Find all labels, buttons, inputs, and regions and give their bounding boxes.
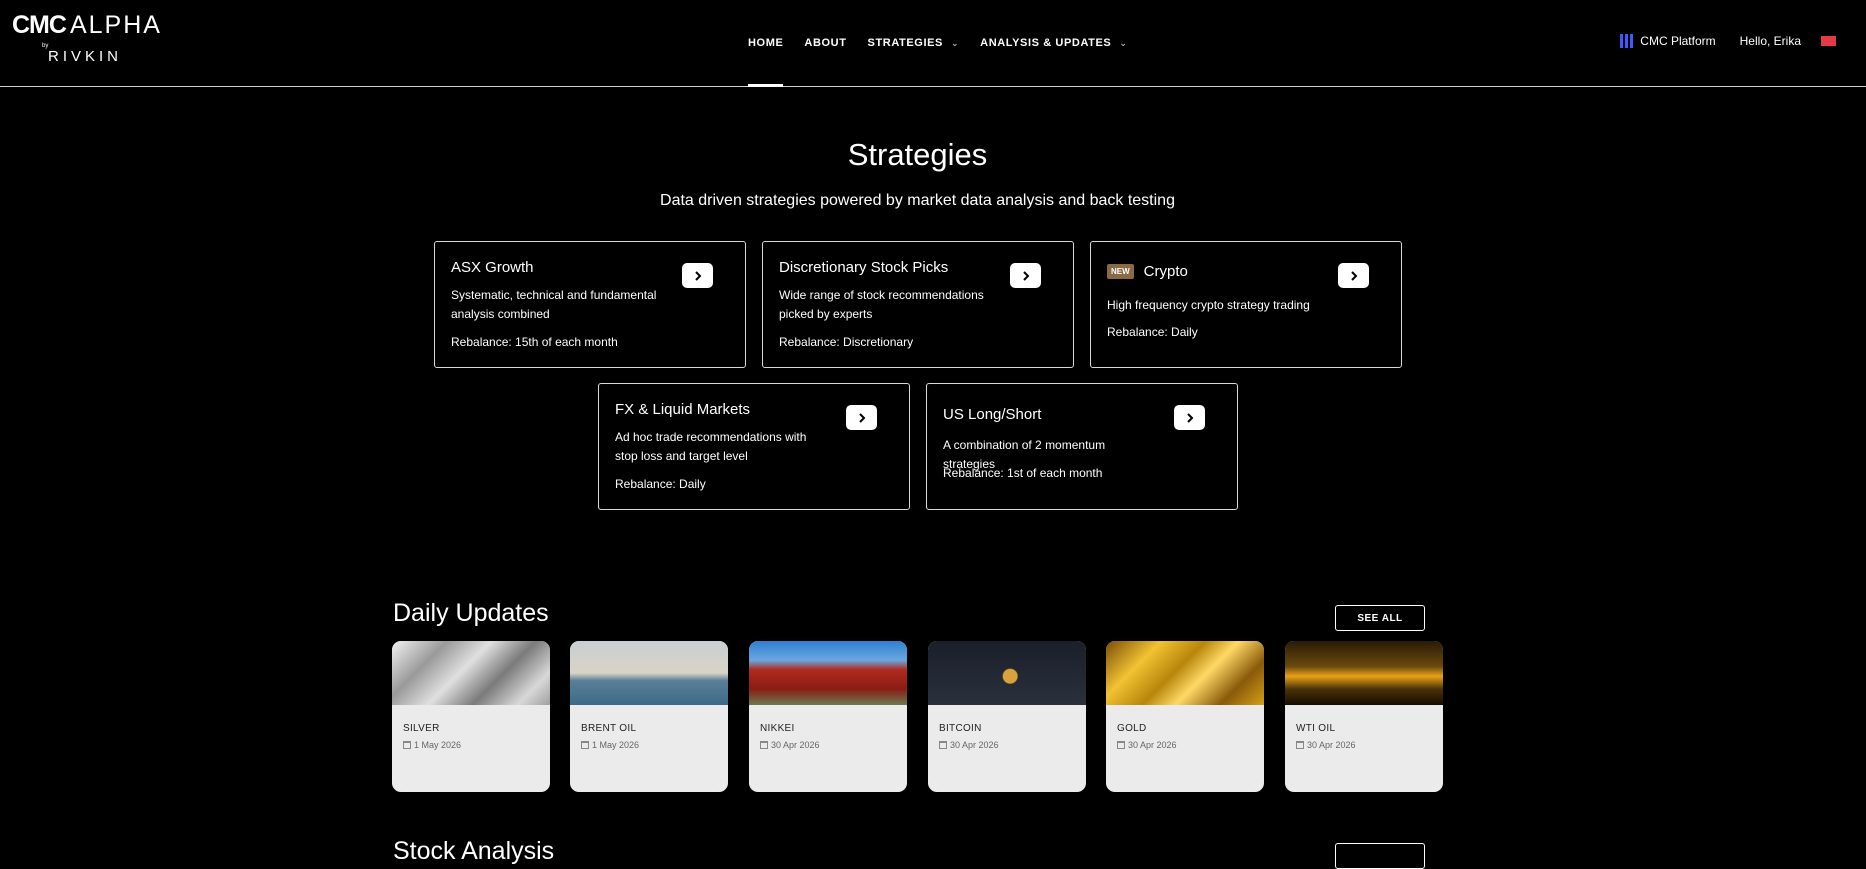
nav-about[interactable]: ABOUT [804, 0, 846, 86]
nav-home[interactable]: HOME [748, 0, 784, 87]
see-all-button[interactable]: SEE ALL [1335, 605, 1425, 631]
update-card-nikkei[interactable]: NIKKEI 30 Apr 2026 [749, 641, 907, 792]
calendar-icon [760, 741, 768, 749]
update-date: 30 Apr 2026 [1128, 740, 1177, 750]
card-rebalance: Rebalance: 15th of each month [451, 335, 618, 349]
cmc-platform-link[interactable]: CMC Platform [1620, 34, 1716, 48]
strategy-card-crypto[interactable]: NEW Crypto High frequency crypto strateg… [1090, 241, 1402, 368]
card-title: Discretionary Stock Picks [779, 259, 949, 276]
stock-analysis-see-all-button[interactable] [1335, 843, 1425, 869]
nav-strategies[interactable]: STRATEGIES ⌄ [868, 0, 960, 86]
card-title-row: NEW Crypto [1107, 263, 1188, 280]
nav-analysis-updates[interactable]: ANALYSIS & UPDATES ⌄ [980, 0, 1127, 86]
strategies-subtitle: Data driven strategies powered by market… [660, 192, 1175, 209]
gold-bars-image [1106, 641, 1264, 705]
strategy-card-us-long-short[interactable]: US Long/Short A combination of 2 momentu… [926, 383, 1238, 510]
chevron-right-icon [694, 270, 701, 281]
calendar-icon [1296, 741, 1304, 749]
chevron-right-icon [858, 412, 865, 423]
daily-updates-title: Daily Updates [393, 599, 549, 627]
update-name: WTI OIL [1296, 723, 1336, 734]
update-name: SILVER [403, 723, 440, 734]
chevron-down-icon: ⌄ [1119, 37, 1128, 48]
user-greeting[interactable]: Hello, Erika [1740, 34, 1801, 48]
card-rebalance: Rebalance: Discretionary [779, 335, 914, 349]
chevron-down-icon: ⌄ [951, 37, 960, 48]
silver-bars-image [392, 641, 550, 705]
chevron-right-icon [1022, 270, 1029, 281]
update-card-brent-oil[interactable]: BRENT OIL 1 May 2026 [570, 641, 728, 792]
update-date: 30 Apr 2026 [950, 740, 999, 750]
open-strategy-button[interactable] [846, 405, 877, 430]
logo-brand: CMC [12, 11, 67, 39]
main-nav: HOME ABOUT STRATEGIES ⌄ ANALYSIS & UPDAT… [748, 0, 1149, 87]
chevron-right-icon [1350, 270, 1357, 281]
open-strategy-button[interactable] [1174, 405, 1205, 430]
strategy-card-discretionary[interactable]: Discretionary Stock Picks Wide range of … [762, 241, 1074, 368]
update-card-wti-oil[interactable]: WTI OIL 30 Apr 2026 [1285, 641, 1443, 792]
calendar-icon [939, 741, 947, 749]
region-flag-icon[interactable] [1821, 36, 1836, 46]
update-date: 30 Apr 2026 [1307, 740, 1356, 750]
calendar-icon [403, 741, 411, 749]
update-name: BRENT OIL [581, 723, 637, 734]
chevron-right-icon [1186, 412, 1193, 423]
card-description: Wide range of stock recommendations pick… [779, 288, 984, 321]
new-badge: NEW [1107, 264, 1134, 279]
card-rebalance: Rebalance: Daily [1107, 325, 1198, 339]
open-strategy-button[interactable] [1010, 263, 1041, 288]
calendar-icon [581, 741, 589, 749]
japanese-temple-image [749, 641, 907, 705]
update-name: BITCOIN [939, 723, 982, 734]
card-rebalance: Rebalance: Daily [615, 477, 706, 491]
card-description: Ad hoc trade recommendations with stop l… [615, 430, 807, 463]
platform-label: CMC Platform [1640, 34, 1716, 48]
strategy-card-asx-growth[interactable]: ASX Growth Systematic, technical and fun… [434, 241, 746, 368]
strategy-card-fx-liquid[interactable]: FX & Liquid Markets Ad hoc trade recomme… [598, 383, 910, 510]
update-date: 1 May 2026 [414, 740, 462, 750]
bitcoin-coin-image [928, 641, 1086, 705]
platform-bars-icon [1620, 34, 1634, 48]
update-date: 1 May 2026 [592, 740, 640, 750]
update-card-silver[interactable]: SILVER 1 May 2026 [392, 641, 550, 792]
open-strategy-button[interactable] [1338, 263, 1369, 288]
calendar-icon [1117, 741, 1125, 749]
logo-partner: RIVKIN [48, 48, 123, 65]
oil-pump-sunset-image [1285, 641, 1443, 705]
card-title: FX & Liquid Markets [615, 401, 751, 418]
header-right: CMC Platform Hello, Erika [1620, 0, 1836, 82]
open-strategy-button[interactable] [682, 263, 713, 288]
update-name: NIKKEI [760, 723, 795, 734]
card-description: Systematic, technical and fundamental an… [451, 288, 657, 321]
update-name: GOLD [1117, 723, 1147, 734]
strategies-title: Strategies [847, 137, 988, 172]
oil-rig-image [570, 641, 728, 705]
update-date: 30 Apr 2026 [771, 740, 820, 750]
update-card-gold[interactable]: GOLD 30 Apr 2026 [1106, 641, 1264, 792]
card-title: ASX Growth [451, 259, 534, 276]
logo-product: ALPHA [69, 11, 162, 39]
update-card-bitcoin[interactable]: BITCOIN 30 Apr 2026 [928, 641, 1086, 792]
card-title: US Long/Short [943, 406, 1042, 423]
site-header: CMC ALPHA by RIVKIN HOME ABOUT STRATEGIES… [0, 0, 1866, 87]
card-description: High frequency crypto strategy trading [1107, 298, 1310, 312]
logo[interactable]: CMC ALPHA by RIVKIN [12, 11, 162, 65]
card-rebalance: Rebalance: 1st of each month [943, 466, 1103, 480]
stock-analysis-title: Stock Analysis [393, 837, 555, 865]
card-title: Crypto [1143, 263, 1188, 280]
